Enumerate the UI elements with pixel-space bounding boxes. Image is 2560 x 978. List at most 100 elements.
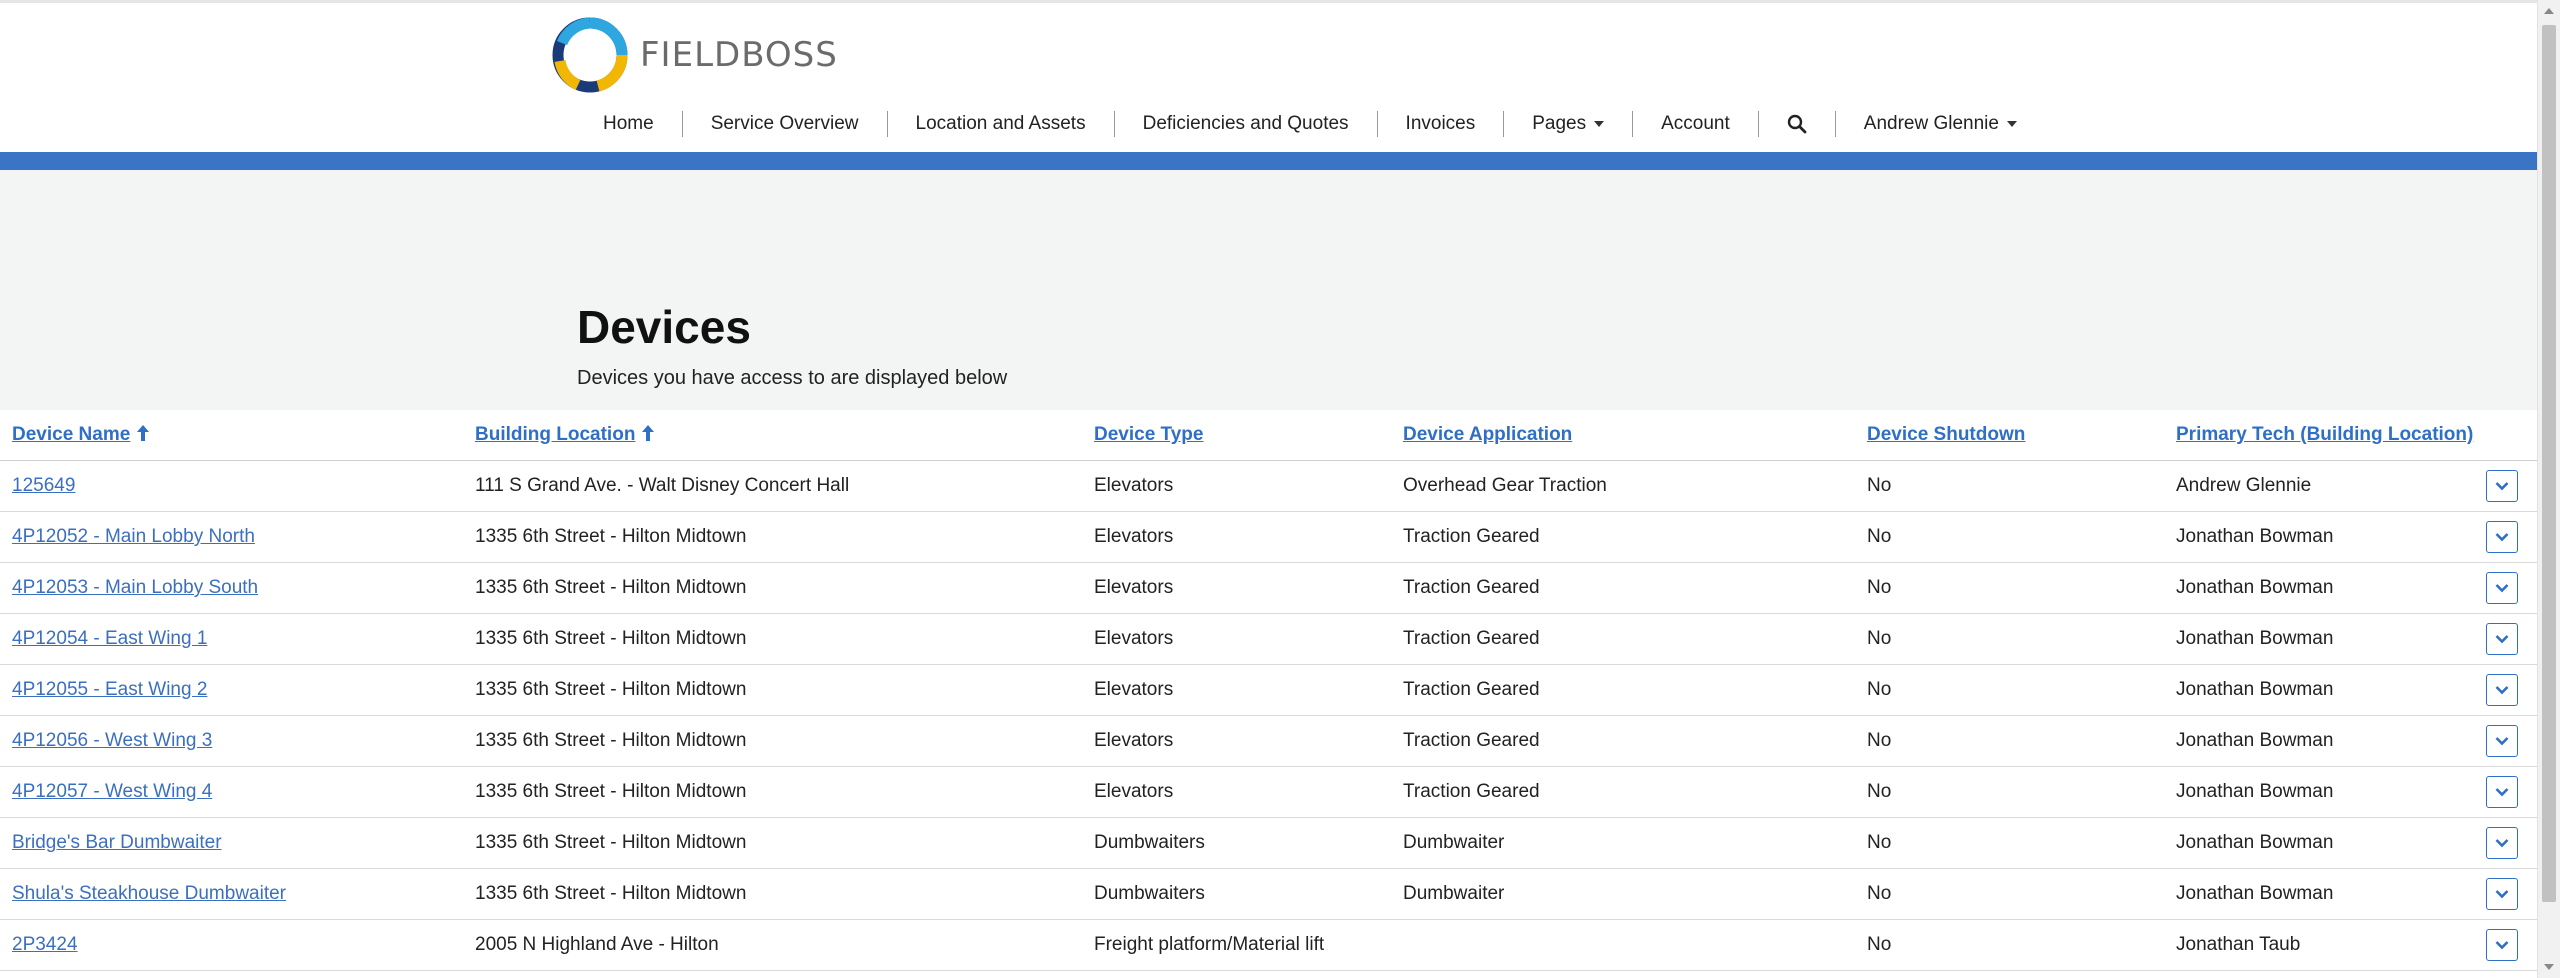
- device-type-cell-text: Elevators: [1094, 781, 1174, 802]
- device-name-link-text[interactable]: Bridge's Bar Dumbwaiter: [12, 832, 222, 853]
- site-header: FIELDBOSS Home Service Overview Location…: [0, 3, 2538, 152]
- table-row: 4P12057 - West Wing 4 1335 6th Street - H…: [0, 766, 2538, 818]
- device-name-link[interactable]: 4P12053 - Main Lobby South: [0, 562, 463, 614]
- device-name-link-text[interactable]: 4P12052 - Main Lobby North: [12, 526, 255, 547]
- brand-logo[interactable]: FIELDBOSS: [550, 15, 838, 95]
- device-name-link-text[interactable]: 4P12056 - West Wing 3: [12, 730, 212, 751]
- building-location-cell-text: 111 S Grand Ave. - Walt Disney Concert H…: [475, 475, 850, 496]
- nav-deficiencies-quotes[interactable]: Deficiencies and Quotes: [1115, 113, 1377, 135]
- device-name-link-text[interactable]: 4P12055 - East Wing 2: [12, 679, 207, 700]
- device-shutdown-cell-text: No: [1867, 832, 1892, 853]
- scroll-up-icon[interactable]: [2544, 8, 2554, 14]
- table-row: 4P12055 - East Wing 2 1335 6th Street - H…: [0, 664, 2538, 716]
- device-name-link-text[interactable]: Shula's Steakhouse Dumbwaiter: [12, 883, 286, 904]
- nav-invoices[interactable]: Invoices: [1378, 113, 1504, 135]
- device-type-cell: Elevators: [1082, 511, 1391, 563]
- column-header-building-location[interactable]: Building Location: [463, 410, 1082, 461]
- row-actions-dropdown-button[interactable]: [2486, 776, 2518, 808]
- building-location-cell: 1335 6th Street - Hilton Midtown: [463, 868, 1082, 920]
- chevron-down-icon: [2495, 635, 2509, 644]
- primary-tech-cell: Jonathan Bowman: [2164, 511, 2538, 563]
- device-name-link[interactable]: 125649: [0, 460, 463, 512]
- building-location-cell-text: 1335 6th Street - Hilton Midtown: [475, 781, 747, 802]
- device-shutdown-cell-text: No: [1867, 730, 1892, 751]
- chevron-down-icon: [2495, 839, 2509, 848]
- device-name-link[interactable]: Bridge's Bar Dumbwaiter: [0, 817, 463, 869]
- row-actions-dropdown-button[interactable]: [2486, 470, 2518, 502]
- device-application-cell-text: Traction Geared: [1403, 679, 1540, 700]
- chevron-down-icon: [2495, 482, 2509, 491]
- row-actions-dropdown-button[interactable]: [2486, 725, 2518, 757]
- device-type-cell-text: Dumbwaiters: [1094, 883, 1205, 904]
- row-actions-dropdown-button[interactable]: [2486, 674, 2518, 706]
- device-name-link-text[interactable]: 125649: [12, 475, 75, 496]
- device-name-link-text[interactable]: 4P12053 - Main Lobby South: [12, 577, 258, 598]
- device-application-cell-text: Traction Geared: [1403, 577, 1540, 598]
- column-header-label: Building Location: [475, 424, 636, 445]
- device-name-link[interactable]: 2P3424: [0, 919, 463, 971]
- column-header-device-shutdown[interactable]: Device Shutdown: [1855, 410, 2164, 461]
- device-application-cell: Traction Geared: [1391, 562, 1855, 614]
- device-type-cell-text: Elevators: [1094, 577, 1174, 598]
- nav-location-assets[interactable]: Location and Assets: [888, 113, 1114, 135]
- nav-service-overview[interactable]: Service Overview: [683, 113, 887, 135]
- device-name-link-text[interactable]: 2P3424: [12, 934, 78, 955]
- device-type-cell: Elevators: [1082, 613, 1391, 665]
- device-name-link[interactable]: 4P12055 - East Wing 2: [0, 664, 463, 716]
- primary-tech-cell-text: Jonathan Bowman: [2176, 781, 2334, 802]
- building-location-cell-text: 1335 6th Street - Hilton Midtown: [475, 577, 747, 598]
- device-name-link[interactable]: 4P12057 - West Wing 4: [0, 766, 463, 818]
- device-type-cell: Elevators: [1082, 460, 1391, 512]
- device-type-cell: Dumbwaiters: [1082, 817, 1391, 869]
- table-row: Bridge's Bar Dumbwaiter 1335 6th Street -…: [0, 817, 2538, 869]
- primary-tech-cell-text: Jonathan Bowman: [2176, 628, 2334, 649]
- main-nav: Home Service Overview Location and Asset…: [580, 103, 2045, 145]
- device-name-link-text[interactable]: 4P12057 - West Wing 4: [12, 781, 212, 802]
- column-header-primary-tech[interactable]: Primary Tech (Building Location): [2164, 410, 2538, 461]
- table-row: 2P3424 2005 N Highland Ave - Hilton Freigh…: [0, 919, 2538, 971]
- device-shutdown-cell-text: No: [1867, 679, 1892, 700]
- sort-ascending-icon: [642, 425, 655, 441]
- device-name-link[interactable]: 4P12054 - East Wing 1: [0, 613, 463, 665]
- device-name-link-text[interactable]: 4P12054 - East Wing 1: [12, 628, 207, 649]
- device-name-link[interactable]: 4P12052 - Main Lobby North: [0, 511, 463, 563]
- row-actions-dropdown-button[interactable]: [2486, 521, 2518, 553]
- building-location-cell: 111 S Grand Ave. - Walt Disney Concert H…: [463, 460, 1082, 512]
- device-type-cell-text: Elevators: [1094, 679, 1174, 700]
- column-header-device-type[interactable]: Device Type: [1082, 410, 1391, 461]
- primary-tech-cell-text: Jonathan Taub: [2176, 934, 2301, 955]
- nav-pages-dropdown[interactable]: Pages: [1504, 113, 1632, 135]
- primary-tech-cell: Jonathan Bowman: [2164, 868, 2538, 920]
- row-actions-dropdown-button[interactable]: [2486, 827, 2518, 859]
- nav-user-menu[interactable]: Andrew Glennie: [1836, 113, 2045, 135]
- device-shutdown-cell: No: [1855, 817, 2164, 869]
- device-name-link[interactable]: 4P12056 - West Wing 3: [0, 715, 463, 767]
- column-header-device-name[interactable]: Device Name: [0, 410, 463, 461]
- chevron-down-icon: [2495, 686, 2509, 695]
- nav-account[interactable]: Account: [1633, 113, 1758, 135]
- device-shutdown-cell: No: [1855, 460, 2164, 512]
- nav-deficiencies-quotes-label: Deficiencies and Quotes: [1142, 113, 1349, 134]
- column-header-device-application[interactable]: Device Application: [1391, 410, 1855, 461]
- row-actions-dropdown-button[interactable]: [2486, 572, 2518, 604]
- building-location-cell-text: 1335 6th Street - Hilton Midtown: [475, 628, 747, 649]
- nav-service-overview-label: Service Overview: [710, 113, 859, 134]
- device-shutdown-cell-text: No: [1867, 526, 1892, 547]
- building-location-cell-text: 1335 6th Street - Hilton Midtown: [475, 526, 747, 547]
- device-name-link[interactable]: Shula's Steakhouse Dumbwaiter: [0, 868, 463, 920]
- nav-account-label: Account: [1661, 113, 1730, 134]
- nav-search-button[interactable]: [1759, 114, 1835, 134]
- row-actions-dropdown-button[interactable]: [2486, 929, 2518, 961]
- scroll-down-icon[interactable]: [2544, 964, 2554, 970]
- row-actions-dropdown-button[interactable]: [2486, 878, 2518, 910]
- row-actions-dropdown-button[interactable]: [2486, 623, 2518, 655]
- scroll-thumb[interactable]: [2542, 25, 2556, 902]
- nav-location-assets-label: Location and Assets: [915, 113, 1086, 134]
- page-scrollbar[interactable]: [2537, 0, 2560, 978]
- primary-tech-cell-text: Jonathan Bowman: [2176, 679, 2334, 700]
- device-application-cell-text: Traction Geared: [1403, 730, 1540, 751]
- device-type-cell: Elevators: [1082, 562, 1391, 614]
- device-application-cell: [1391, 919, 1855, 971]
- device-application-cell-text: Dumbwaiter: [1403, 883, 1505, 904]
- nav-home[interactable]: Home: [580, 113, 682, 135]
